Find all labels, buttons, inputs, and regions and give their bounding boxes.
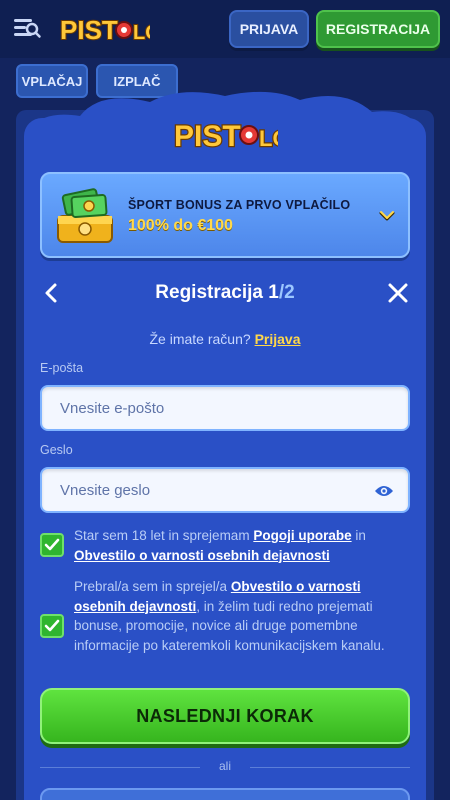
brand-logo-header[interactable]: PIST LO	[58, 10, 162, 48]
divider-or: ali	[218, 759, 231, 773]
have-account-text: Že imate račun?	[149, 331, 251, 347]
checkmark-icon	[44, 619, 60, 632]
chevron-down-icon[interactable]	[378, 208, 396, 222]
password-field-container	[40, 467, 410, 513]
bonus-amount: 100% do €100	[128, 217, 233, 234]
modal-title: Registracija 1/2	[0, 282, 450, 304]
register-button[interactable]: REGISTRACIJA	[316, 10, 440, 48]
password-input[interactable]	[42, 469, 408, 511]
age-terms-checkbox[interactable]	[40, 533, 64, 557]
svg-text:PIST: PIST	[174, 120, 241, 153]
alternate-signup-button[interactable]	[40, 788, 410, 800]
email-label: E-pošta	[40, 361, 84, 375]
password-label: Geslo	[40, 443, 73, 457]
brand-logo-modal: PIST LO	[172, 113, 291, 157]
bonus-title: ŠPORT BONUS ZA PRVO VPLAČILO	[128, 198, 351, 212]
close-icon[interactable]	[386, 281, 410, 305]
age-terms-text-2: in	[351, 528, 366, 543]
marketing-text-1: Prebral/a sem in sprejel/a	[74, 579, 231, 594]
svg-text:PIST: PIST	[60, 15, 118, 45]
privacy-notice-link[interactable]: Obvestilo o varnosti osebnih dejavnosti	[74, 548, 330, 563]
svg-text:LO: LO	[133, 22, 150, 44]
sport-bonus-card[interactable]: ŠPORT BONUS ZA PRVO VPLAČILO 100% do €10…	[40, 172, 410, 258]
money-chest-icon	[52, 184, 118, 250]
marketing-consent-text: Prebral/a sem in sprejel/a Obvestilo o v…	[74, 577, 414, 655]
checkmark-icon	[44, 538, 60, 551]
age-terms-text: Star sem 18 let in sprejemam Pogoji upor…	[74, 526, 414, 565]
next-step-button[interactable]: NASLEDNJI KORAK	[40, 688, 410, 744]
menu-icon[interactable]	[12, 14, 42, 42]
svg-text:LO: LO	[259, 126, 278, 151]
email-input[interactable]	[42, 387, 408, 429]
age-terms-text-1: Star sem 18 let in sprejemam	[74, 528, 254, 543]
marketing-consent-checkbox[interactable]	[40, 614, 64, 638]
terms-of-use-link[interactable]: Pogoji uporabe	[253, 528, 351, 543]
title-step-total: /2	[278, 282, 295, 303]
title-step: Registracija 1	[155, 282, 279, 303]
login-button[interactable]: PRIJAVA	[229, 10, 309, 48]
login-link[interactable]: Prijava	[255, 331, 301, 347]
have-account-prompt: Že imate račun? Prijava	[0, 331, 450, 347]
top-navigation-bar: PIST LO PRIJAVA REGISTRACIJA	[0, 0, 450, 58]
eye-icon[interactable]	[374, 483, 394, 497]
email-field-container	[40, 385, 410, 431]
